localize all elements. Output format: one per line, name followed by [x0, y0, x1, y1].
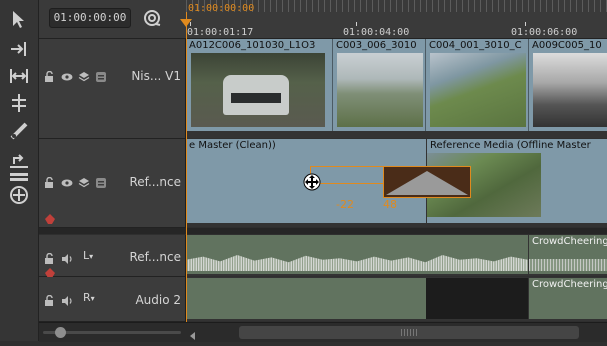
clip-name: CrowdCheering	[532, 279, 607, 290]
slide-icon[interactable]	[8, 92, 30, 114]
video-clip[interactable]: A009C005_10	[529, 39, 607, 131]
track-header-v1[interactable]: Nis... V1	[39, 39, 186, 139]
transition-handle-left[interactable]	[310, 166, 385, 184]
video-clip[interactable]: C003_006_3010	[333, 39, 426, 131]
audio-gap	[426, 278, 528, 319]
record-indicator-icon	[45, 209, 55, 224]
lane-audio-2: CrowdCheering	[186, 277, 607, 321]
clip-name: Reference Media (Offline Master	[430, 140, 591, 151]
channel-label: R	[83, 291, 91, 304]
audio-clip[interactable]	[186, 235, 528, 274]
clip-name: CrowdCheering	[532, 236, 607, 247]
ruler-label: 01:00:04:00	[343, 27, 410, 38]
lane-v1: A012C006_101030_L1O3 C003_006_3010 C004_…	[186, 39, 607, 138]
track-name: Ref...nce	[129, 175, 181, 189]
current-timecode[interactable]: 01:00:00:00	[49, 8, 131, 28]
snap-icon[interactable]	[8, 184, 30, 206]
clip-thumbnail	[191, 53, 325, 127]
timeline-header: 01:00:00:00	[39, 0, 186, 39]
lock-icon[interactable]	[44, 174, 56, 188]
track-header-audio-reference[interactable]: L▾ Ref...nce	[39, 235, 186, 278]
video-clip[interactable]: C004_001_3010_C	[426, 39, 529, 131]
layers-icon[interactable]	[78, 174, 90, 188]
audio-channel-dropdown[interactable]: R▾	[83, 291, 95, 304]
transition-box[interactable]	[383, 166, 471, 198]
ruler-label: 01:00:01:17	[187, 27, 254, 38]
track-name: Audio 2	[135, 293, 181, 307]
razor-icon[interactable]	[8, 120, 30, 142]
chevron-down-icon: ▾	[89, 252, 94, 261]
ruler-tick-major	[356, 22, 357, 26]
select-arrow-icon[interactable]	[8, 8, 30, 30]
track-name: Nis... V1	[131, 69, 181, 83]
ruler-tick-major	[525, 22, 526, 26]
eye-icon[interactable]	[61, 68, 73, 81]
tool-palette	[0, 0, 39, 341]
clip-name: C003_006_3010	[336, 40, 417, 51]
lane-divider	[186, 228, 607, 234]
speaker-icon[interactable]	[61, 292, 73, 306]
track-header-audio-2[interactable]: R▾ Audio 2	[39, 277, 186, 322]
clip-thumbnail	[337, 53, 423, 127]
audio-clip[interactable]: CrowdCheering	[529, 235, 607, 274]
slip-icon[interactable]	[8, 65, 30, 87]
timeline-footer	[39, 322, 607, 342]
audio-channel-dropdown[interactable]: L▾	[83, 249, 93, 262]
lane-audio-reference: CrowdCheering	[186, 235, 607, 276]
insert-icon[interactable]	[8, 38, 30, 60]
clip-name: e Master (Clean))	[189, 140, 276, 151]
transition-left-offset: -22	[336, 198, 354, 211]
layers-icon[interactable]	[78, 68, 90, 82]
dissolve-icon	[386, 171, 468, 195]
clip-name: A012C006_101030_L1O3	[189, 40, 316, 51]
audio-clip[interactable]: CrowdCheering	[529, 278, 607, 319]
eye-icon[interactable]	[61, 174, 73, 187]
track-header-reference[interactable]: Ref...nce	[39, 139, 186, 228]
transition-right-offset: 48	[383, 198, 397, 211]
clip-stack-icon[interactable]	[95, 68, 107, 82]
audio-clip[interactable]	[186, 278, 426, 319]
playhead-line[interactable]	[186, 12, 187, 322]
lock-icon[interactable]	[44, 250, 56, 264]
lock-icon[interactable]	[44, 292, 56, 306]
zoom-slider-thumb[interactable]	[55, 327, 66, 338]
video-clip[interactable]: A012C006_101030_L1O3	[186, 39, 333, 131]
scrollbar-grip	[401, 329, 417, 336]
clip-name: C004_001_3010_C	[429, 40, 522, 51]
waveform	[529, 259, 607, 271]
clip-thumbnail	[430, 53, 526, 127]
record-indicator-icon	[45, 263, 55, 278]
ruler-label: 01:00:06:00	[511, 27, 578, 38]
lane-reference: e Master (Clean)) Reference Media (Offli…	[186, 139, 607, 227]
lock-icon[interactable]	[44, 68, 56, 82]
track-name: Ref...nce	[129, 250, 181, 264]
speaker-icon[interactable]	[61, 250, 73, 264]
clip-stack-icon[interactable]	[95, 174, 107, 188]
move-cursor-icon	[303, 173, 321, 191]
clip-name: A009C005_10	[532, 40, 602, 51]
snap-toggle-icon[interactable]	[143, 9, 161, 27]
clip-thumbnail	[533, 53, 607, 127]
scroll-left-icon[interactable]	[187, 327, 199, 340]
playhead-timecode: 01:00:00:00	[188, 3, 255, 14]
waveform	[186, 255, 528, 271]
timeline-ruler[interactable]: 01:00:00:00 01:00:01:17 01:00:04:00 01:0…	[186, 0, 607, 39]
chevron-down-icon: ▾	[90, 294, 95, 303]
horizontal-scrollbar-thumb[interactable]	[239, 326, 579, 339]
car-grille	[231, 93, 281, 103]
